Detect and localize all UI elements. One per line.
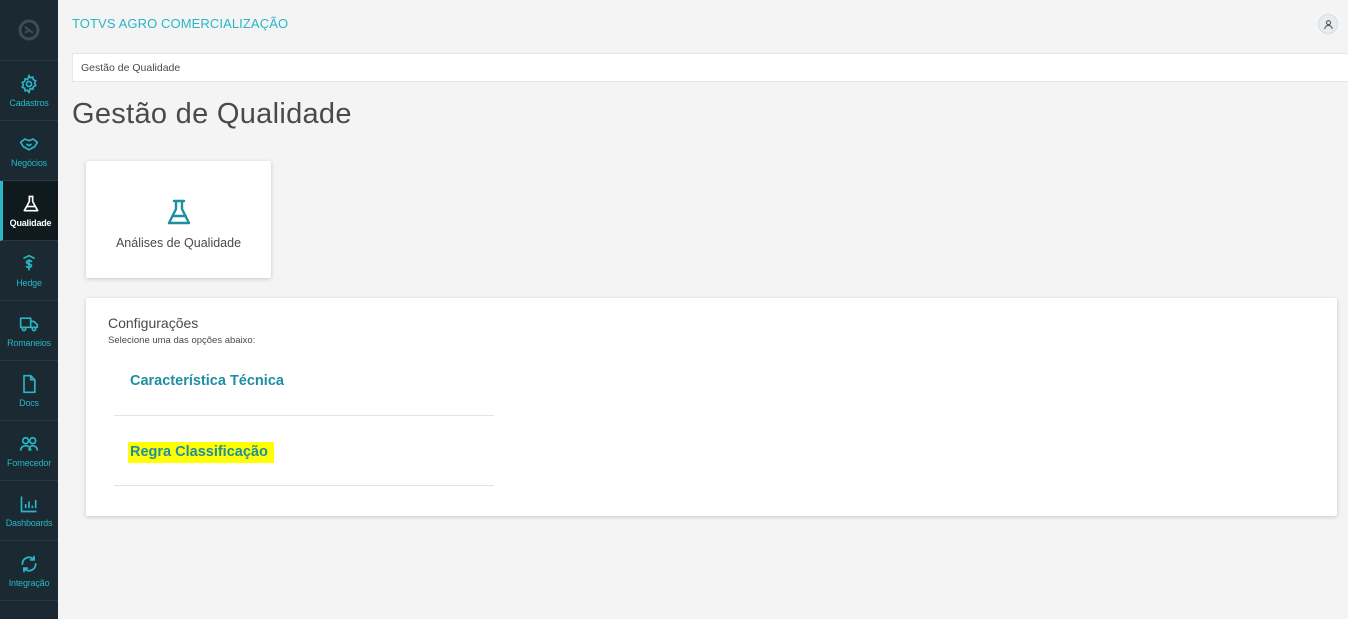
config-option: Característica Técnica bbox=[114, 346, 494, 416]
sidebar-item-label: Dashboards bbox=[5, 517, 53, 528]
company-name: TOTVS AGRO COMERCIALIZAÇÃO bbox=[72, 15, 289, 31]
sidebar-item-label: Integração bbox=[8, 577, 50, 588]
card-label: Análises de Qualidade bbox=[115, 236, 242, 250]
user-menu-button[interactable] bbox=[1318, 14, 1338, 34]
sidebar-item-docs[interactable]: Docs bbox=[0, 361, 58, 421]
sidebar-item-hedge[interactable]: Hedge bbox=[0, 241, 58, 301]
users-icon bbox=[19, 436, 39, 451]
sidebar: Cadastros Negócios Qualidade Hedge Roman… bbox=[0, 0, 58, 619]
document-icon bbox=[23, 374, 36, 393]
sidebar-item-cadastros[interactable]: Cadastros bbox=[0, 61, 58, 121]
sidebar-item-label: Romaneios bbox=[7, 337, 51, 348]
configuracoes-panel: Configurações Selecione uma das opções a… bbox=[86, 298, 1337, 516]
flask-icon bbox=[167, 199, 190, 225]
regra-classificacao-link[interactable]: Regra Classificação bbox=[128, 442, 274, 463]
breadcrumb: Gestão de Qualidade bbox=[72, 53, 1348, 82]
truck-icon bbox=[19, 316, 39, 331]
sync-icon bbox=[21, 555, 37, 572]
app-logo[interactable] bbox=[0, 0, 58, 61]
gear-icon bbox=[21, 73, 37, 94]
sidebar-item-romaneios[interactable]: Romaneios bbox=[0, 301, 58, 361]
top-header: TOTVS AGRO COMERCIALIZAÇÃO bbox=[58, 0, 1348, 50]
bar-chart-icon bbox=[20, 496, 37, 512]
user-icon bbox=[1323, 19, 1333, 29]
flask-icon bbox=[23, 195, 39, 211]
sidebar-item-integracao[interactable]: Integração bbox=[0, 541, 58, 601]
caracteristica-tecnica-link[interactable]: Característica Técnica bbox=[130, 373, 284, 389]
page-title: Gestão de Qualidade bbox=[72, 98, 352, 130]
sidebar-item-dashboards[interactable]: Dashboards bbox=[0, 481, 58, 541]
sidebar-item-label: Docs bbox=[19, 397, 39, 408]
sidebar-item-label: Qualidade bbox=[9, 217, 52, 228]
config-subtitle: Selecione uma das opções abaixo: bbox=[108, 335, 256, 346]
sidebar-item-qualidade[interactable]: Qualidade bbox=[0, 181, 58, 241]
hedge-dollar-icon bbox=[23, 254, 35, 271]
sidebar-item-fornecedor[interactable]: Fornecedor bbox=[0, 421, 58, 481]
handshake-icon bbox=[19, 137, 39, 151]
sidebar-item-label: Negócios bbox=[11, 157, 47, 168]
logo-icon bbox=[18, 19, 40, 41]
config-option: Regra Classificação bbox=[114, 416, 494, 486]
config-title: Configurações bbox=[108, 315, 199, 331]
sidebar-item-label: Hedge bbox=[16, 277, 42, 288]
sidebar-item-label: Fornecedor bbox=[6, 457, 52, 468]
breadcrumb-item[interactable]: Gestão de Qualidade bbox=[81, 62, 180, 74]
sidebar-item-negocios[interactable]: Negócios bbox=[0, 121, 58, 181]
sidebar-item-label: Cadastros bbox=[9, 97, 49, 108]
analises-qualidade-card[interactable]: Análises de Qualidade bbox=[86, 161, 271, 278]
